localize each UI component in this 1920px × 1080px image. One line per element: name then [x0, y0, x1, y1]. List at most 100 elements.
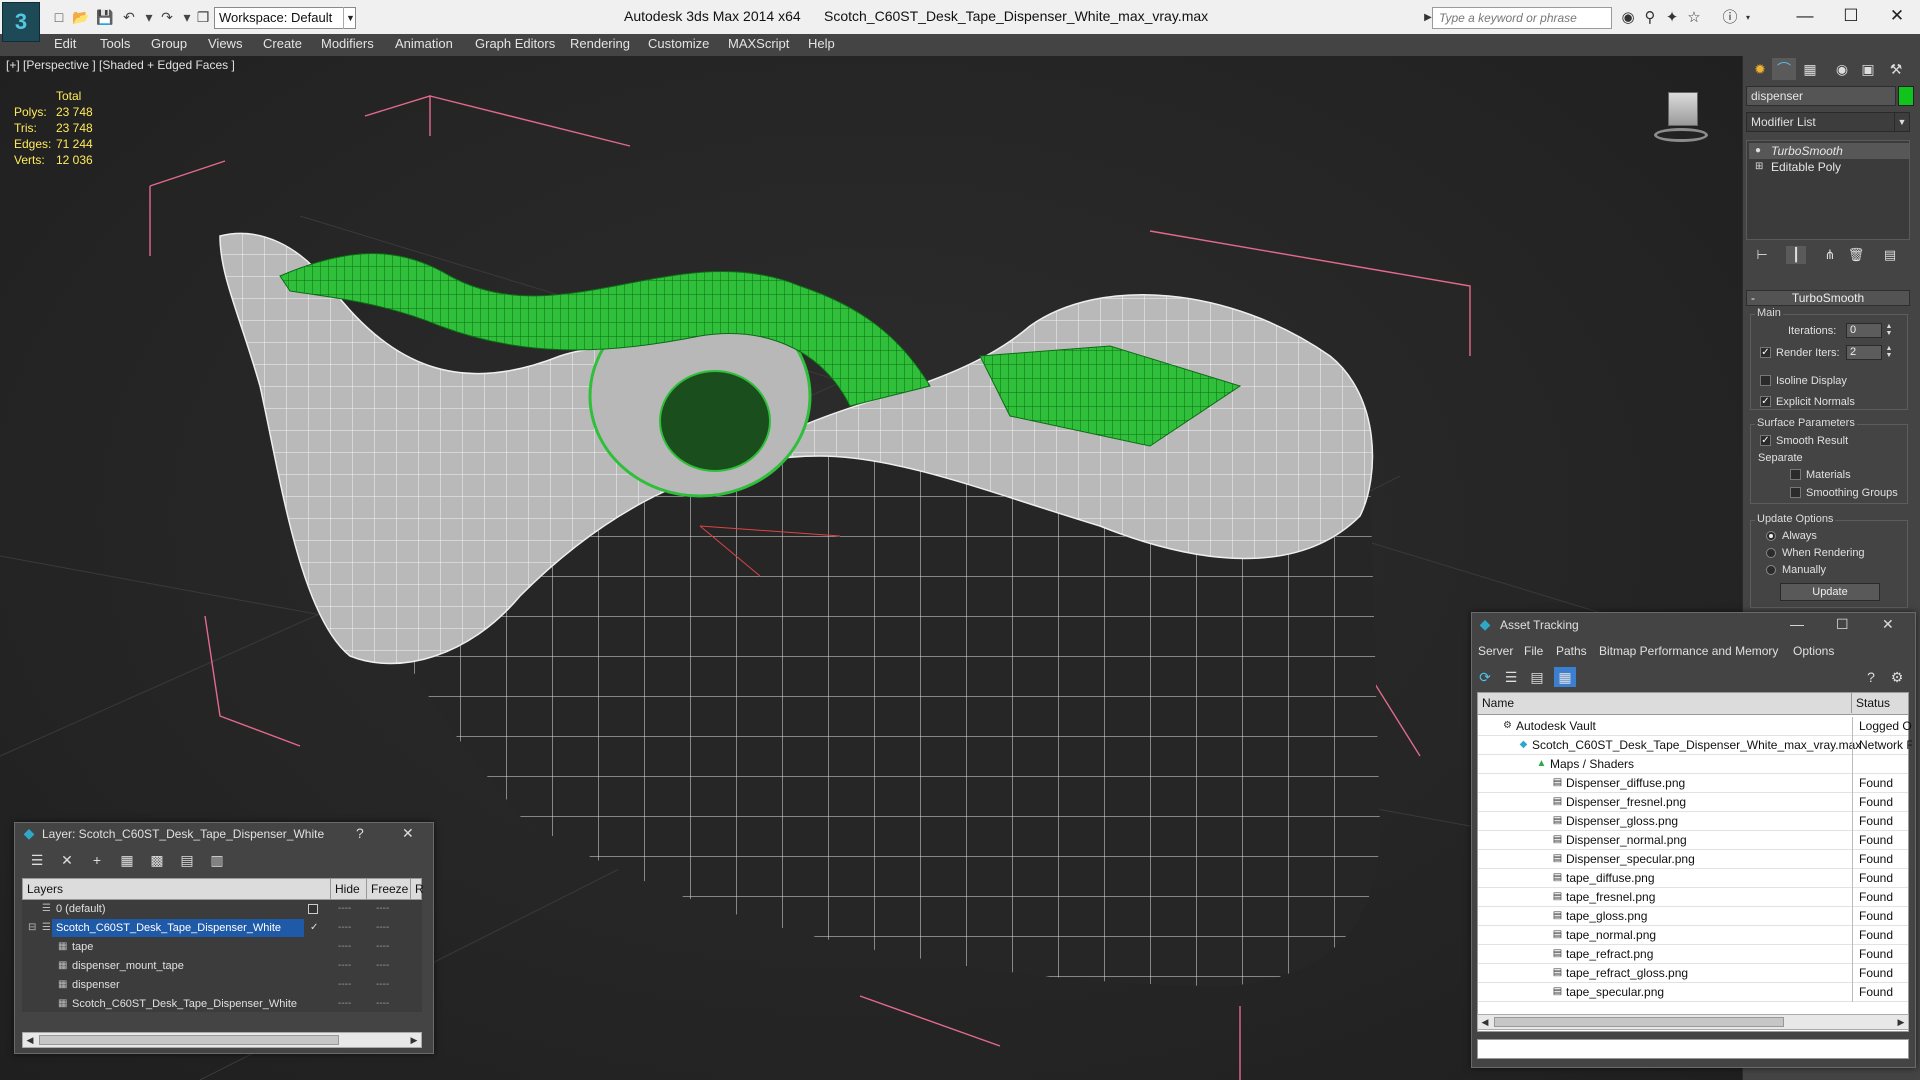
modify-tab-icon[interactable]: ⌒: [1772, 58, 1796, 80]
update-when-rendering-radio[interactable]: [1766, 548, 1776, 558]
hide-toggle[interactable]: ----: [338, 900, 351, 918]
menu-rendering[interactable]: Rendering: [570, 34, 630, 54]
materials-checkbox[interactable]: [1790, 469, 1801, 480]
turbosmooth-rollout-header[interactable]: - TurboSmooth: [1746, 290, 1910, 306]
column-status[interactable]: Status: [1852, 693, 1908, 713]
iterations-spinner[interactable]: 0: [1846, 323, 1882, 338]
asset-row[interactable]: ▤ Dispenser_specular.png Found: [1478, 850, 1908, 869]
new-file-icon[interactable]: □: [50, 8, 68, 26]
menu-help[interactable]: Help: [808, 34, 835, 54]
app-logo-button[interactable]: 3: [2, 2, 40, 42]
smoothing-groups-checkbox[interactable]: [1790, 487, 1801, 498]
asset-minimize-button[interactable]: —: [1790, 616, 1804, 632]
scroll-left-icon[interactable]: ◀: [23, 1033, 37, 1047]
column-render[interactable]: R: [411, 879, 424, 899]
object-color-swatch[interactable]: [1898, 86, 1914, 106]
collapse-icon[interactable]: -: [1751, 291, 1755, 305]
help-dropdown-icon[interactable]: ▾: [1738, 8, 1758, 28]
show-end-result-icon[interactable]: ┃: [1786, 246, 1806, 264]
undo-icon[interactable]: ↶: [120, 8, 138, 26]
highlight-layer-icon[interactable]: ▩: [146, 850, 168, 870]
scroll-right-icon[interactable]: ▶: [1894, 1015, 1908, 1029]
asset-settings-icon[interactable]: ⚙: [1886, 667, 1908, 687]
menu-customize[interactable]: Customize: [648, 34, 709, 54]
column-layers[interactable]: Layers: [23, 879, 331, 899]
utilities-tab-icon[interactable]: ⚒: [1884, 58, 1908, 80]
menu-views[interactable]: Views: [208, 34, 242, 54]
list-view-icon[interactable]: ☰: [1500, 667, 1522, 687]
asset-row[interactable]: ▤ tape_gloss.png Found: [1478, 907, 1908, 926]
hierarchy-tab-icon[interactable]: ▦: [1798, 58, 1822, 80]
layer-row[interactable]: ▦ dispenser ---- ----: [22, 976, 422, 994]
help-icon[interactable]: ⓘ: [1720, 8, 1740, 28]
asset-row[interactable]: ▤ Dispenser_normal.png Found: [1478, 831, 1908, 850]
hide-all-layers-icon[interactable]: ▤: [176, 850, 198, 870]
undo-dropdown-icon[interactable]: ▾: [140, 8, 158, 26]
spinner-arrows-icon[interactable]: ▲ ▼: [1884, 323, 1894, 338]
create-tab-icon[interactable]: ✹: [1748, 58, 1772, 80]
asset-row[interactable]: ◆ Scotch_C60ST_Desk_Tape_Dispenser_White…: [1478, 736, 1912, 755]
pin-stack-icon[interactable]: ⊢: [1752, 246, 1772, 264]
asset-menu-bitmap-performance[interactable]: Bitmap Performance and Memory: [1599, 644, 1778, 658]
remove-modifier-icon[interactable]: 🗑: [1846, 246, 1866, 264]
workspace-dropdown-arrow-icon[interactable]: ▼: [343, 7, 357, 29]
menu-graph-editors[interactable]: Graph Editors: [475, 34, 555, 54]
project-folder-icon[interactable]: ❐: [194, 8, 212, 26]
lightbulb-icon[interactable]: ●: [1755, 145, 1765, 156]
asset-close-button[interactable]: ✕: [1882, 616, 1894, 632]
asset-menu-server[interactable]: Server: [1478, 644, 1513, 658]
freeze-toggle[interactable]: ----: [376, 976, 389, 994]
hide-toggle[interactable]: ----: [338, 995, 351, 1013]
expand-plus-icon[interactable]: ⊞: [1755, 161, 1765, 172]
menu-modifiers[interactable]: Modifiers: [321, 34, 374, 54]
asset-menu-paths[interactable]: Paths: [1556, 644, 1587, 658]
minimize-button[interactable]: —: [1782, 3, 1828, 29]
spinner-arrows-icon[interactable]: ▲ ▼: [1884, 345, 1894, 360]
menu-group[interactable]: Group: [151, 34, 187, 54]
asset-menu-file[interactable]: File: [1524, 644, 1543, 658]
explicit-normals-checkbox[interactable]: ✓: [1760, 396, 1771, 407]
select-objects-icon[interactable]: ▦: [116, 850, 138, 870]
asset-maximize-button[interactable]: ☐: [1836, 616, 1849, 632]
delete-layer-icon[interactable]: ✕: [56, 850, 78, 870]
asset-row[interactable]: ▤ tape_diffuse.png Found: [1478, 869, 1908, 888]
asset-row[interactable]: ▤ Dispenser_fresnel.png Found: [1478, 793, 1908, 812]
update-button[interactable]: Update: [1780, 583, 1880, 601]
menu-edit[interactable]: Edit: [54, 34, 76, 54]
column-freeze[interactable]: Freeze: [367, 879, 411, 899]
menu-animation[interactable]: Animation: [395, 34, 453, 54]
layer-row[interactable]: ⊟ ☰ Scotch_C60ST_Desk_Tape_Dispenser_Whi…: [22, 919, 422, 937]
layers-horizontal-scrollbar[interactable]: ◀ ▶: [22, 1032, 422, 1048]
thumbnail-view-icon[interactable]: ▤: [1526, 667, 1548, 687]
freeze-all-layers-icon[interactable]: ▥: [206, 850, 228, 870]
asset-horizontal-scrollbar[interactable]: ◀ ▶: [1477, 1014, 1909, 1030]
maximize-button[interactable]: ☐: [1828, 3, 1874, 29]
favorites-star-icon[interactable]: ☆: [1684, 8, 1704, 28]
scroll-thumb[interactable]: [39, 1035, 339, 1045]
layer-row[interactable]: ▦ Scotch_C60ST_Desk_Tape_Dispenser_White…: [22, 995, 422, 1013]
asset-row[interactable]: ▤ tape_specular.png Found: [1478, 983, 1908, 1002]
refresh-icon[interactable]: ⟳: [1474, 667, 1496, 687]
isoline-display-checkbox[interactable]: [1760, 375, 1771, 386]
asset-row[interactable]: ⚙ Autodesk Vault Logged O: [1478, 717, 1912, 736]
hide-toggle[interactable]: ----: [338, 976, 351, 994]
stack-item-turbosmooth[interactable]: ● TurboSmooth: [1749, 143, 1909, 159]
modifier-list-dropdown[interactable]: Modifier List: [1746, 112, 1910, 132]
scroll-thumb[interactable]: [1494, 1017, 1784, 1027]
asset-row[interactable]: ▤ tape_fresnel.png Found: [1478, 888, 1908, 907]
layer-row[interactable]: ☰ 0 (default) ---- ----: [22, 900, 422, 918]
asset-help-icon[interactable]: ?: [1860, 667, 1882, 687]
layer-dialog-help-button[interactable]: ?: [356, 825, 364, 841]
render-iters-checkbox[interactable]: ✓: [1760, 347, 1771, 358]
add-to-layer-icon[interactable]: +: [86, 850, 108, 870]
asset-row[interactable]: ▤ tape_normal.png Found: [1478, 926, 1908, 945]
hide-toggle[interactable]: ----: [338, 919, 351, 937]
search-input[interactable]: Type a keyword or phrase: [1432, 7, 1612, 29]
freeze-toggle[interactable]: ----: [376, 957, 389, 975]
asset-row[interactable]: ▤ Dispenser_gloss.png Found: [1478, 812, 1908, 831]
current-layer-check-icon[interactable]: ✓: [310, 923, 320, 933]
layer-row[interactable]: ▦ tape ---- ----: [22, 938, 422, 956]
asset-row[interactable]: ▲ Maps / Shaders: [1478, 755, 1908, 774]
update-manually-radio[interactable]: [1766, 565, 1776, 575]
update-always-radio[interactable]: [1766, 531, 1776, 541]
